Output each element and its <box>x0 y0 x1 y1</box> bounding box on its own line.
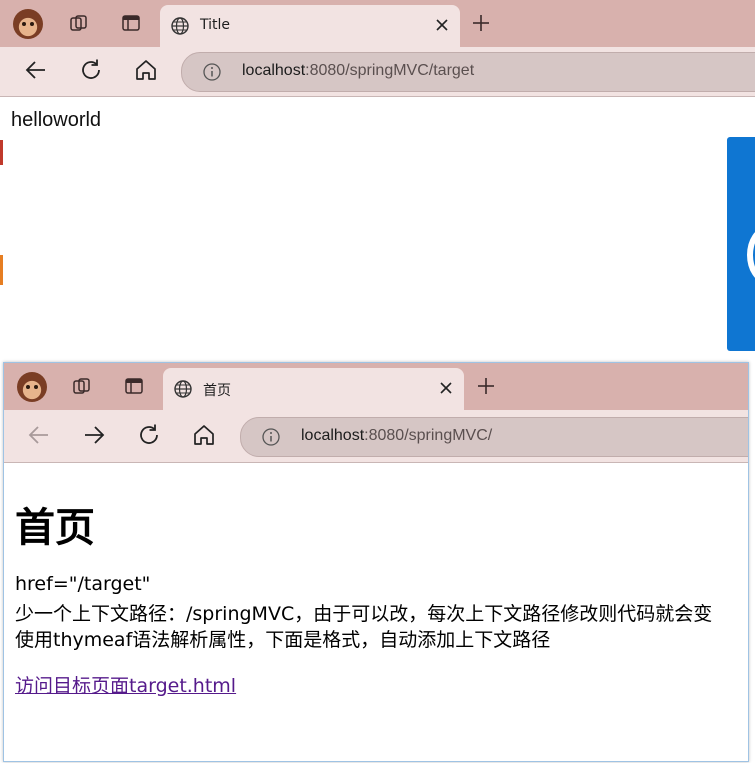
window-edge-decoration <box>0 140 3 165</box>
text-line-href: href="/target" <box>15 573 151 595</box>
close-icon[interactable] <box>434 17 450 33</box>
tab-title-label: 首页 <box>203 383 231 399</box>
page-content: 首页 href="/target" 少一个上下文路径：/springMVC，由于… <box>4 463 748 761</box>
tab-title-label: Title <box>200 17 231 33</box>
info-icon[interactable] <box>261 427 281 447</box>
text-line-context-path: 少一个上下文路径：/springMVC，由于可以改，每次上下文路径修改则代码就会… <box>15 603 713 625</box>
browser-window-target: Title localhost:8080/springMVC/target he… <box>0 0 755 362</box>
url-path: :8080/springMVC/target <box>305 62 475 79</box>
tab-strip: Title <box>0 0 755 47</box>
refresh-icon[interactable] <box>136 422 162 448</box>
tab-actions-icon[interactable] <box>122 374 146 398</box>
page-heading: 首页 <box>15 505 95 551</box>
globe-icon <box>171 17 189 35</box>
body-text: helloworld <box>11 109 102 131</box>
back-icon[interactable] <box>23 57 49 83</box>
close-icon[interactable] <box>438 380 454 396</box>
window-edge-decoration <box>0 255 3 285</box>
url-host: localhost <box>242 62 306 79</box>
refresh-icon[interactable] <box>78 57 104 83</box>
new-tab-icon[interactable] <box>471 13 491 33</box>
profile-avatar[interactable] <box>17 372 47 402</box>
side-panel[interactable] <box>727 137 755 351</box>
tab-title[interactable]: Title <box>160 5 460 47</box>
info-icon[interactable] <box>202 62 222 82</box>
home-icon[interactable] <box>191 422 217 448</box>
browser-window-index: 首页 localhost:8080/springMVC/ 首页 href="/t… <box>3 362 749 762</box>
url-text[interactable]: localhost:8080/springMVC/target <box>242 62 474 80</box>
toolbar: localhost:8080/springMVC/ <box>4 410 748 463</box>
url-text[interactable]: localhost:8080/springMVC/ <box>301 427 492 445</box>
panel-logo-icon <box>747 227 755 283</box>
tab-index[interactable]: 首页 <box>163 368 464 410</box>
target-page-link[interactable]: 访问目标页面target.html <box>15 671 236 698</box>
profile-avatar[interactable] <box>13 9 43 39</box>
collections-icon[interactable] <box>67 11 91 35</box>
collections-icon[interactable] <box>70 374 94 398</box>
tab-actions-icon[interactable] <box>119 11 143 35</box>
url-path: :8080/springMVC/ <box>364 427 493 444</box>
toolbar: localhost:8080/springMVC/target <box>0 47 755 97</box>
home-icon[interactable] <box>133 57 159 83</box>
url-host: localhost <box>301 427 365 444</box>
forward-icon[interactable] <box>81 422 107 448</box>
page-content: helloworld <box>0 97 755 362</box>
address-bar[interactable]: localhost:8080/springMVC/ <box>240 417 748 457</box>
tab-strip: 首页 <box>4 363 748 410</box>
new-tab-icon[interactable] <box>476 376 496 396</box>
globe-icon <box>174 380 192 398</box>
text-line-thymeleaf: 使用thymeaf语法解析属性，下面是格式，自动添加上下文路径 <box>15 629 551 651</box>
back-icon[interactable] <box>26 422 52 448</box>
address-bar[interactable]: localhost:8080/springMVC/target <box>181 52 755 92</box>
